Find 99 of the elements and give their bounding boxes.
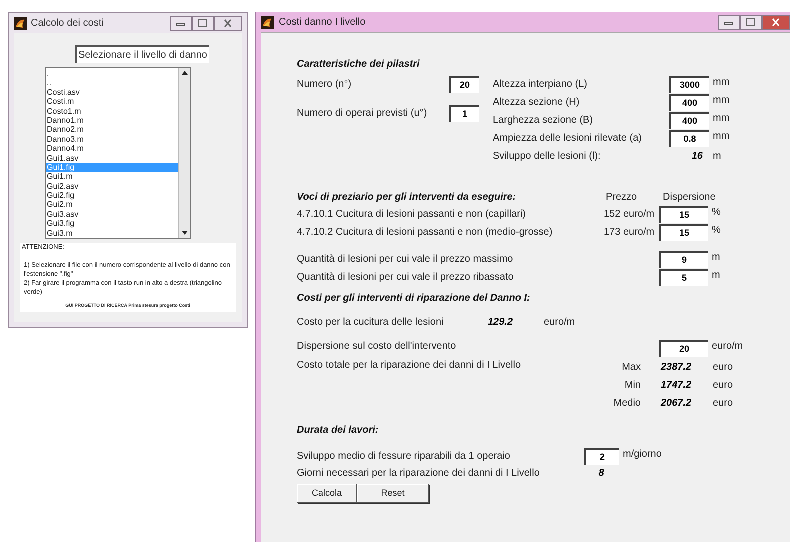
- input-field[interactable]: 5: [659, 268, 708, 286]
- unit-label: mm: [713, 112, 730, 126]
- unit-label: m: [712, 251, 720, 265]
- list-item[interactable]: Gui1.m: [46, 172, 178, 182]
- price-label: 152 euro/m: [604, 208, 656, 222]
- result-value: 8: [598, 466, 606, 480]
- unit-label: euro: [713, 396, 734, 410]
- list-item[interactable]: Gui3.asv: [46, 210, 178, 220]
- field-label: Numero (n°): [297, 78, 353, 92]
- section-heading: Costi per gli interventi di riparazione del Danno I:: [297, 292, 530, 306]
- calculate-button[interactable]: Calcola: [297, 484, 357, 503]
- field-label: 4.7.10.1 Cucitura di lesioni passanti e non (capillari): [297, 208, 528, 222]
- minimize-icon: [176, 23, 186, 26]
- input-field[interactable]: 2: [584, 448, 619, 464]
- scroll-up-icon[interactable]: [182, 71, 188, 75]
- window-title: Calcolo dei costi: [31, 16, 104, 30]
- maximize-button[interactable]: [740, 14, 762, 30]
- unit-label: euro: [713, 360, 734, 374]
- list-item[interactable]: Gui1.asv: [46, 154, 178, 163]
- field-label: Sviluppo delle lesioni (l):: [493, 150, 602, 164]
- list-item[interactable]: Gui3.fig: [46, 219, 178, 229]
- price-label: 173 euro/m: [604, 226, 656, 240]
- close-button[interactable]: [214, 16, 242, 30]
- field-label: Costo totale per la riparazione dei danni di I Livello: [297, 359, 522, 373]
- unit-label: euro: [713, 378, 734, 392]
- result-value: 16: [690, 150, 704, 164]
- minimize-icon: [724, 22, 734, 25]
- list-item[interactable]: Danno3.m: [46, 134, 178, 144]
- maximize-icon: [198, 19, 208, 27]
- result-value: 2387.2: [661, 360, 693, 374]
- input-field[interactable]: 400: [669, 112, 709, 128]
- field-label: Sviluppo medio di fessure riparabili da 1 operaio: [297, 450, 512, 464]
- maximize-button[interactable]: [192, 16, 214, 30]
- list-item[interactable]: Costo1.m: [46, 106, 178, 116]
- input-field[interactable]: 20: [659, 340, 708, 356]
- close-icon: [224, 18, 232, 28]
- list-item[interactable]: Gui2.asv: [46, 182, 178, 192]
- field-label: Quantità di lesioni per cui vale il prezzo massimo: [297, 252, 514, 266]
- field-label: Giorni necessari per la riparazione dei danni di I Livello: [297, 466, 541, 480]
- result-value: 2067.2: [661, 396, 693, 410]
- unit-label: m: [713, 150, 722, 164]
- column-header: Dispersione: [663, 190, 716, 204]
- field-label: Costo per la cucitura delle lesioni: [297, 316, 445, 330]
- input-field[interactable]: 20: [449, 76, 479, 93]
- scrollbar[interactable]: [178, 68, 190, 238]
- input-field[interactable]: 3000: [669, 76, 709, 92]
- scroll-down-icon[interactable]: [182, 231, 188, 235]
- column-header: Prezzo: [606, 190, 638, 204]
- input-field[interactable]: 400: [669, 94, 709, 110]
- field-label: Numero di operai previsti (u°): [297, 107, 428, 121]
- field-label: Altezza interpiano (L): [493, 78, 588, 92]
- unit-label: m/giorno: [623, 448, 662, 462]
- close-button[interactable]: [762, 14, 790, 30]
- list-item[interactable]: Danno4.m: [46, 144, 178, 154]
- app-icon: [261, 16, 274, 28]
- list-item[interactable]: Danno1.m: [46, 116, 178, 126]
- app-icon: [14, 16, 27, 30]
- field-label: 4.7.10.2 Cucitura di lesioni passanti e non (medio-grosse): [297, 226, 554, 240]
- minimize-button[interactable]: [170, 16, 192, 30]
- section-heading: Caratteristiche dei pilastri: [297, 58, 420, 72]
- list-item[interactable]: Costi.m: [46, 97, 178, 107]
- list-item[interactable]: Gui2.m: [46, 200, 178, 210]
- row-label: Max: [621, 360, 641, 374]
- unit-label: mm: [713, 130, 730, 144]
- unit-label: %: [712, 224, 721, 238]
- field-label: Larghezza sezione (B): [493, 114, 594, 128]
- maximize-icon: [746, 18, 756, 26]
- section-heading: Durata dei lavori:: [297, 424, 379, 438]
- row-label: Min: [624, 378, 641, 392]
- row-label: Medio: [612, 396, 641, 410]
- input-field[interactable]: 0.8: [669, 130, 709, 146]
- input-field[interactable]: 1: [449, 105, 479, 122]
- list-item[interactable]: ..: [46, 78, 178, 88]
- field-label: Altezza sezione (H): [493, 96, 581, 110]
- field-label: Ampiezza delle lesioni rilevate (a): [493, 132, 643, 146]
- reset-button[interactable]: Reset: [357, 484, 429, 503]
- unit-label: mm: [713, 76, 730, 90]
- window-title: Costi danno I livello: [279, 16, 366, 30]
- result-value: 1747.2: [661, 378, 693, 392]
- input-field[interactable]: 9: [659, 250, 708, 268]
- unit-label: m: [712, 269, 720, 283]
- unit-label: euro/m: [712, 340, 744, 354]
- list-item[interactable]: Costi.asv: [46, 88, 178, 98]
- list-item[interactable]: .: [46, 69, 178, 78]
- field-label: Dispersione sul costo dell'intervento: [297, 340, 458, 354]
- section-heading: Voci di preziario per gli interventi da eseguire:: [297, 190, 518, 204]
- unit-label: euro/m: [544, 316, 576, 330]
- panel-heading: Selezionare il livello di danno: [75, 45, 209, 63]
- minimize-button[interactable]: [718, 14, 740, 30]
- list-item[interactable]: Danno2.m: [46, 125, 178, 135]
- close-icon: [772, 18, 780, 26]
- list-item[interactable]: Gui3.m: [46, 228, 178, 238]
- input-field[interactable]: 15: [659, 224, 708, 240]
- input-field[interactable]: 15: [659, 206, 708, 222]
- field-label: Quantità di lesioni per cui vale il prezzo ribassato: [297, 270, 515, 284]
- unit-label: mm: [713, 94, 730, 108]
- result-value: 129.2: [488, 316, 514, 330]
- unit-label: %: [712, 206, 721, 220]
- list-item[interactable]: Gui2.fig: [46, 191, 178, 200]
